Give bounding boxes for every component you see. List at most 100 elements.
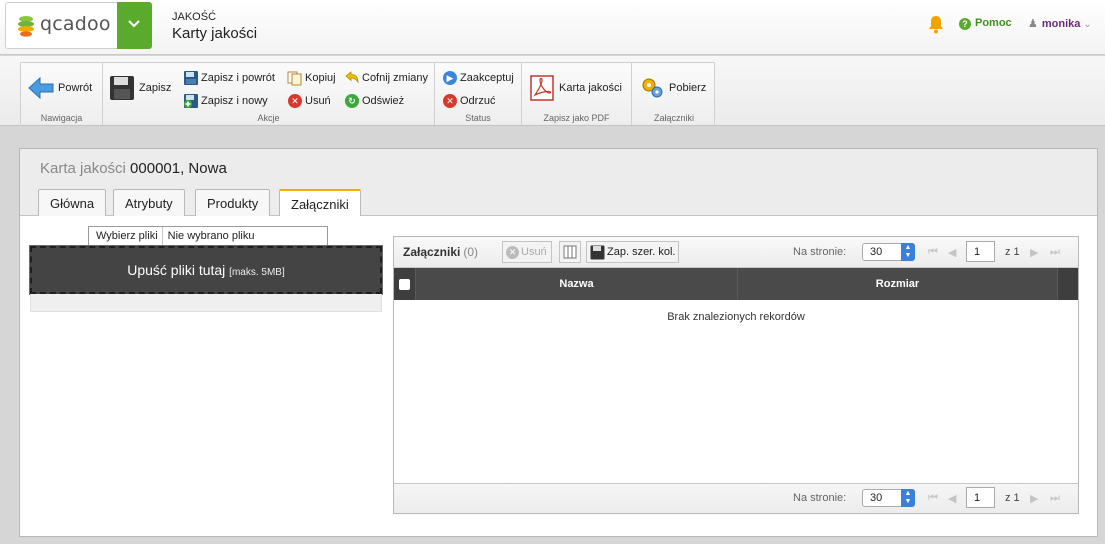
form-title: Karta jakości 000001, Nowa [40, 160, 227, 177]
qcadoo-logo-icon [18, 16, 34, 37]
save-new-button[interactable]: Zapisz i nowy [183, 93, 268, 109]
accept-label: Zaakceptuj [460, 72, 514, 84]
select-arrows-icon: ▲ ▼ [901, 489, 915, 507]
group-label-actions: Akcje [257, 113, 280, 123]
drop-zone[interactable]: Upuść pliki tutaj [maks. 5MB] [29, 245, 383, 295]
last-page-icon[interactable]: ⏭ [1050, 246, 1060, 259]
columns-button[interactable] [559, 241, 581, 263]
drop-zone-max-size: [maks. 5MB] [229, 267, 285, 278]
file-chooser[interactable]: Wybierz pliki Nie wybrano pliku [88, 226, 328, 246]
columns-icon [563, 245, 577, 259]
group-label-attachments: Załączniki [653, 113, 694, 123]
chevron-down-icon: ⌄ [1083, 19, 1092, 30]
refresh-button[interactable]: ↻ Odśwież [344, 93, 404, 109]
empty-grid-message: Brak znalezionych rekordów [667, 311, 805, 323]
file-status-text: Nie wybrano pliku [167, 230, 255, 242]
download-button[interactable]: Pobierz [640, 76, 706, 100]
user-name: monika [1041, 18, 1081, 30]
per-page-select-bottom[interactable]: 30 ▲ ▼ [862, 489, 915, 507]
page-of-text-bottom: z 1 [1005, 492, 1020, 504]
grid-title: Załączniki (0) [403, 245, 478, 259]
bell-icon[interactable] [927, 15, 945, 34]
save-back-button[interactable]: Zapisz i powrót [183, 70, 275, 86]
grid-delete-button[interactable]: ✕ Usuń [502, 241, 552, 263]
previous-page-icon[interactable]: ◀ [948, 246, 956, 259]
delete-label: Usuń [305, 95, 331, 107]
select-arrows-icon: ▲ ▼ [901, 243, 915, 261]
drop-zone-footer [30, 294, 382, 312]
refresh-label: Odśwież [362, 95, 405, 107]
grid-header-row: Nazwa Rozmiar [394, 268, 1078, 300]
select-all-checkbox[interactable] [399, 279, 410, 290]
next-page-icon[interactable]: ▶ [1030, 492, 1038, 505]
tab-products[interactable]: Produkty [195, 189, 271, 216]
previous-page-icon[interactable]: ◀ [948, 492, 956, 505]
copy-label: Kopiuj [305, 72, 336, 84]
tab-attributes[interactable]: Atrybuty [113, 189, 185, 216]
group-label-navigation: Nawigacja [40, 113, 83, 123]
reject-icon: ✕ [442, 93, 458, 109]
grid-delete-label: Usuń [521, 246, 547, 258]
per-page-select[interactable]: 30 ▲ ▼ [862, 243, 915, 261]
column-header-name[interactable]: Nazwa [416, 268, 738, 300]
first-page-icon[interactable]: ⏮ [928, 492, 938, 505]
per-page-value: 30 [870, 246, 883, 258]
play-icon: ▶ [442, 70, 458, 86]
download-label: Pobierz [669, 82, 707, 94]
copy-icon [287, 70, 303, 86]
form-header: Karta jakości 000001, Nowa Główna Atrybu… [20, 149, 1097, 217]
save-label: Zapisz [139, 82, 172, 94]
user-menu[interactable]: ♟ monika ⌄ [1028, 17, 1092, 30]
save-back-label: Zapisz i powrót [201, 72, 275, 84]
floppy-disk-icon [590, 245, 605, 259]
page-number-input[interactable]: 1 [966, 241, 995, 262]
copy-button[interactable]: Kopiuj [287, 70, 336, 86]
page-number-input-bottom[interactable]: 1 [966, 487, 995, 508]
quality-card-pdf-button[interactable]: Karta jakości [530, 75, 622, 101]
drop-zone-text: Upuść pliki tutaj [127, 262, 226, 278]
ribbon-group-actions: Zapisz Zapisz i powrót Zapisz i nowy Kop… [103, 63, 435, 125]
delete-button[interactable]: ✕ Usuń [287, 93, 331, 109]
reject-button[interactable]: ✕ Odrzuć [442, 93, 495, 109]
last-page-icon[interactable]: ⏭ [1050, 492, 1060, 505]
undo-button[interactable]: Cofnij zmiany [344, 70, 428, 86]
pdf-icon [530, 75, 554, 101]
ribbon-group-attachments: Pobierz Załączniki [632, 63, 716, 125]
grid-title-text: Załączniki [403, 245, 461, 259]
save-button[interactable]: Zapisz [109, 75, 171, 101]
help-link[interactable]: ? Pomoc [959, 17, 1012, 30]
gears-icon [642, 78, 663, 98]
form-title-label: Karta jakości [40, 160, 126, 177]
per-page-label-bottom: Na stronie: [793, 492, 847, 504]
select-all-cell [394, 268, 416, 300]
tab-main[interactable]: Główna [38, 189, 107, 216]
ribbon-toolbar: Powrót Nawigacja Zapisz Zapisz i powrót [0, 56, 1105, 126]
undo-icon [344, 70, 360, 86]
menu-toggle-button[interactable] [117, 2, 152, 49]
delete-icon: ✕ [506, 245, 519, 259]
logo[interactable]: qcadoo [5, 2, 118, 49]
save-column-widths-button[interactable]: Zap. szer. kol. [586, 241, 680, 263]
choose-files-button[interactable]: Wybierz pliki [89, 227, 163, 245]
next-page-icon[interactable]: ▶ [1030, 246, 1038, 259]
breadcrumb-category: JAKOŚĆ [172, 11, 217, 23]
back-label: Powrót [58, 82, 93, 94]
ribbon-group-navigation: Powrót Nawigacja [21, 63, 103, 125]
ribbon-groups: Powrót Nawigacja Zapisz Zapisz i powrót [20, 62, 716, 125]
reject-label: Odrzuć [460, 95, 496, 107]
ribbon-group-pdf: Karta jakości Zapisz jako PDF [522, 63, 632, 125]
tab-attachments[interactable]: Załączniki [279, 189, 361, 217]
back-button[interactable]: Powrót [28, 76, 92, 100]
per-page-value-bottom: 30 [870, 492, 883, 504]
arrow-left-icon [28, 76, 54, 100]
column-header-size[interactable]: Rozmiar [738, 268, 1058, 300]
user-icon: ♟ [1028, 18, 1038, 30]
refresh-icon: ↻ [344, 93, 360, 109]
accept-button[interactable]: ▶ Zaakceptuj [442, 70, 514, 86]
first-page-icon[interactable]: ⏮ [928, 246, 938, 259]
ribbon-group-status: ▶ Zaakceptuj ✕ Odrzuć Status [435, 63, 522, 125]
save-back-icon [183, 70, 199, 86]
question-icon: ? [959, 18, 971, 30]
top-header: qcadoo JAKOŚĆ Karty jakości ? Pomoc ♟ moni… [0, 0, 1105, 55]
chevron-down-icon [128, 20, 140, 28]
